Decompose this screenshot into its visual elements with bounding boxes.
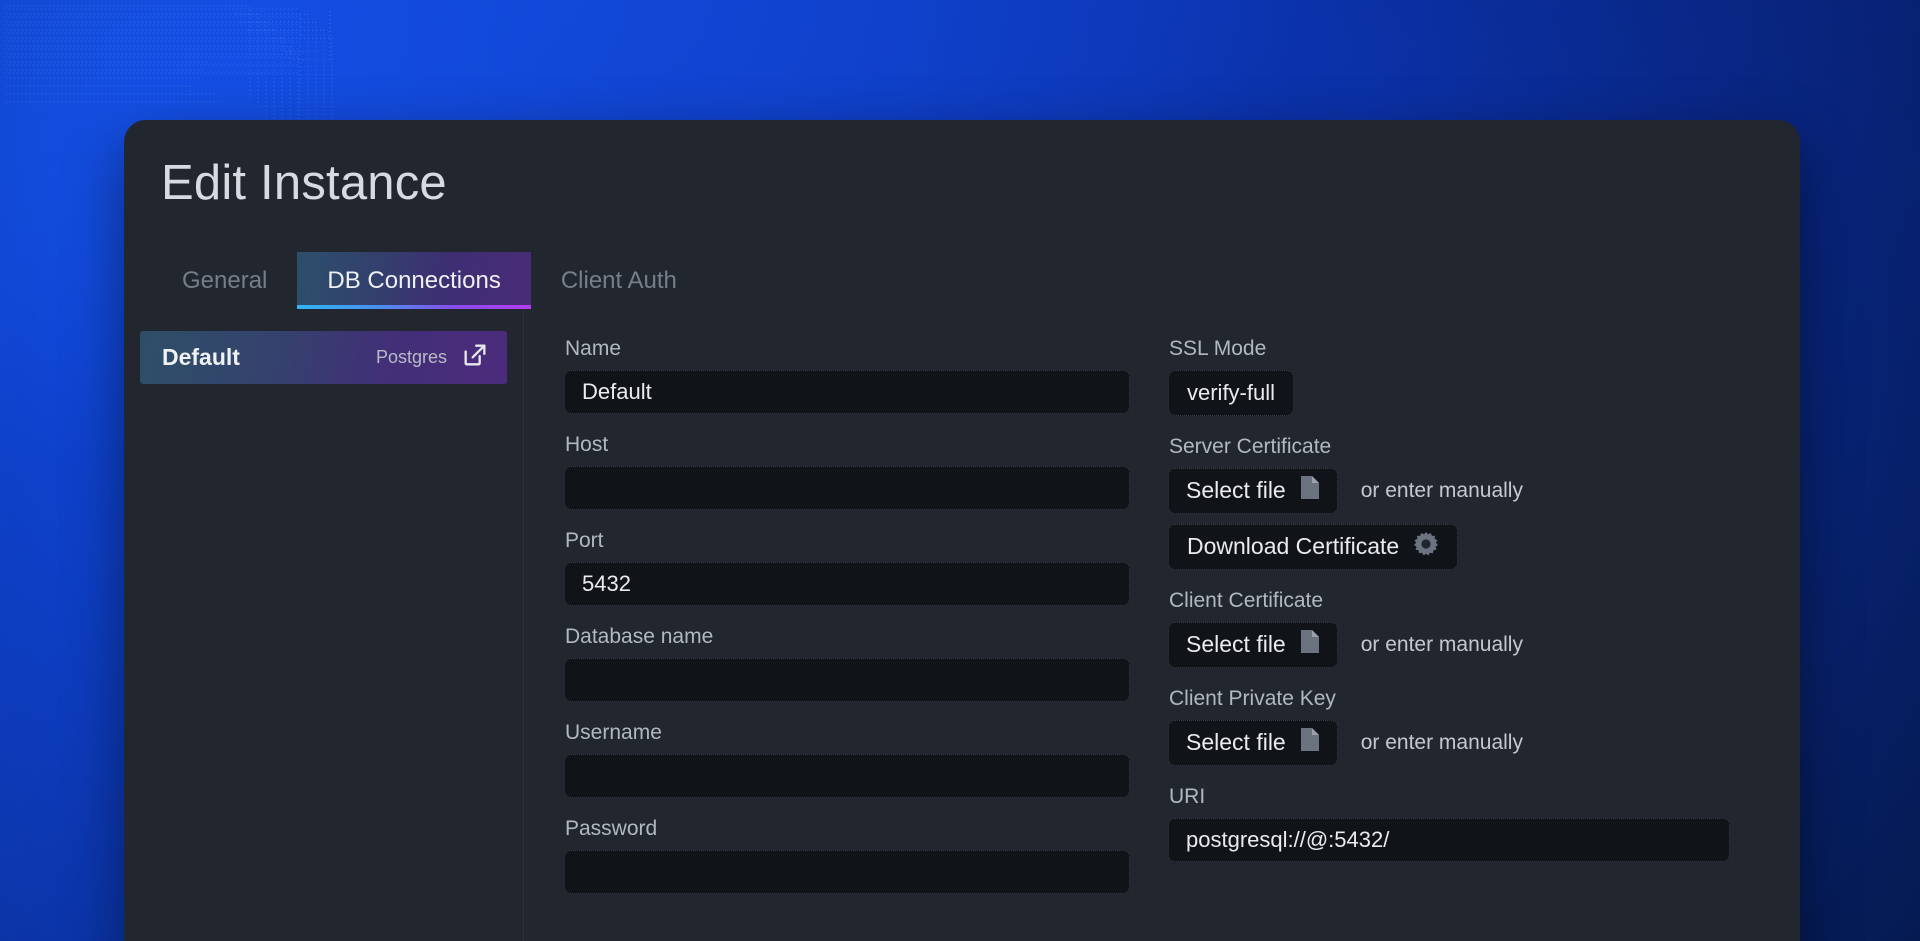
client-certificate-hint: or enter manually — [1361, 633, 1523, 657]
server-certificate-row: Select file or enter manually — [1168, 468, 1768, 514]
field-password-label: Password — [564, 807, 1130, 850]
connections-sidebar: Default Postgres — [124, 309, 524, 941]
host-input[interactable] — [564, 466, 1130, 510]
client-private-key-select-file-label: Select file — [1186, 729, 1286, 756]
field-name: Name — [564, 327, 1130, 414]
field-server-certificate-label: Server Certificate — [1168, 425, 1768, 468]
document-icon — [1300, 629, 1320, 660]
field-host-label: Host — [564, 423, 1130, 466]
uri-input[interactable] — [1168, 818, 1730, 862]
tab-client-auth[interactable]: Client Auth — [531, 252, 707, 309]
username-input[interactable] — [564, 754, 1130, 798]
ssl-mode-select[interactable]: verify-full — [1168, 370, 1294, 416]
tab-bar: General DB Connections Client Auth — [124, 247, 1800, 309]
database-name-input[interactable] — [564, 658, 1130, 702]
document-icon — [1300, 727, 1320, 758]
field-server-certificate: Server Certificate Select file or e — [1168, 425, 1768, 570]
client-private-key-hint: or enter manually — [1361, 731, 1523, 755]
field-ssl-mode-label: SSL Mode — [1168, 327, 1768, 370]
field-password: Password — [564, 807, 1130, 894]
field-client-private-key-label: Client Private Key — [1168, 677, 1768, 720]
field-host: Host — [564, 423, 1130, 510]
field-client-private-key: Client Private Key Select file or e — [1168, 677, 1768, 766]
tab-general-label: General — [182, 267, 267, 294]
field-ssl-mode: SSL Mode verify-full — [1168, 327, 1768, 416]
port-input[interactable] — [564, 562, 1130, 606]
field-database-name-label: Database name — [564, 615, 1130, 658]
connection-kind-badge: Postgres — [376, 347, 447, 368]
certificate-seal-icon — [1413, 531, 1439, 563]
field-port: Port — [564, 519, 1130, 606]
edit-instance-modal: Edit Instance General DB Connections Cli… — [124, 120, 1800, 941]
password-input[interactable] — [564, 850, 1130, 894]
server-certificate-select-file-label: Select file — [1186, 477, 1286, 504]
field-database-name: Database name — [564, 615, 1130, 702]
ssl-mode-value: verify-full — [1187, 380, 1275, 406]
connection-list-item-default[interactable]: Default Postgres — [140, 331, 507, 384]
name-input[interactable] — [564, 370, 1130, 414]
modal-body: Default Postgres Name Host — [124, 309, 1800, 941]
connection-form: Name Host Port Database name Username — [524, 309, 1800, 941]
external-link-icon[interactable] — [461, 341, 489, 374]
tab-client-auth-label: Client Auth — [561, 267, 677, 294]
page-title: Edit Instance — [124, 120, 1800, 211]
client-certificate-select-file-button[interactable]: Select file — [1168, 622, 1338, 668]
client-certificate-select-file-label: Select file — [1186, 631, 1286, 658]
field-username-label: Username — [564, 711, 1130, 754]
connection-name: Default — [162, 344, 376, 371]
form-column-right: SSL Mode verify-full Server Certificate … — [1168, 327, 1768, 941]
server-certificate-select-file-button[interactable]: Select file — [1168, 468, 1338, 514]
download-certificate-label: Download Certificate — [1187, 533, 1399, 560]
tab-general[interactable]: General — [152, 252, 297, 309]
field-client-certificate-label: Client Certificate — [1168, 579, 1768, 622]
client-private-key-select-file-button[interactable]: Select file — [1168, 720, 1338, 766]
document-icon — [1300, 475, 1320, 506]
client-certificate-row: Select file or enter manually — [1168, 622, 1768, 668]
field-port-label: Port — [564, 519, 1130, 562]
client-private-key-row: Select file or enter manually — [1168, 720, 1768, 766]
field-uri: URI — [1168, 775, 1768, 862]
field-username: Username — [564, 711, 1130, 798]
server-certificate-hint: or enter manually — [1361, 479, 1523, 503]
tab-db-connections-label: DB Connections — [327, 267, 500, 294]
form-column-left: Name Host Port Database name Username — [564, 327, 1130, 941]
download-certificate-button[interactable]: Download Certificate — [1168, 524, 1458, 570]
tab-db-connections[interactable]: DB Connections — [297, 252, 530, 309]
field-uri-label: URI — [1168, 775, 1768, 818]
field-client-certificate: Client Certificate Select file or e — [1168, 579, 1768, 668]
field-name-label: Name — [564, 327, 1130, 370]
